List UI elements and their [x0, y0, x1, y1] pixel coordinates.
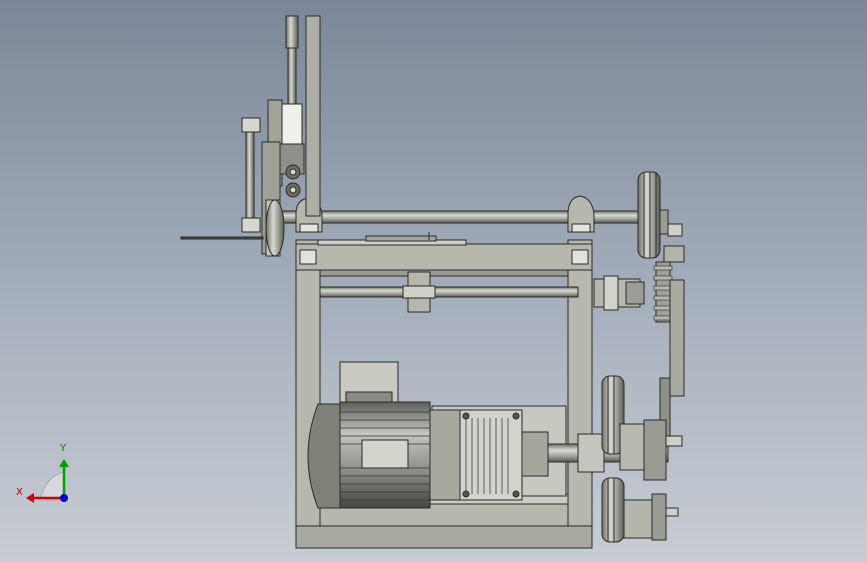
electric-motor — [307, 361, 461, 509]
top-plate — [317, 232, 467, 246]
motor-fan-cover — [307, 403, 341, 509]
triad-y-label: Y — [60, 443, 67, 454]
triad-x-label: X — [16, 487, 23, 498]
drive-sprocket-chain — [653, 261, 685, 439]
lower-shaft — [319, 271, 645, 313]
coordinate-triad — [26, 459, 69, 503]
upper-pulley — [637, 171, 685, 263]
slider-block — [281, 103, 303, 145]
lower-pulley-lower — [601, 477, 625, 543]
machine-assembly-drawing — [26, 15, 685, 549]
z-axis-origin — [60, 494, 68, 502]
right-column — [567, 239, 593, 549]
top-beam — [295, 243, 593, 271]
left-guide-rod — [180, 117, 264, 240]
chain-guard — [669, 279, 685, 397]
cad-viewport[interactable]: X Y — [0, 0, 867, 562]
